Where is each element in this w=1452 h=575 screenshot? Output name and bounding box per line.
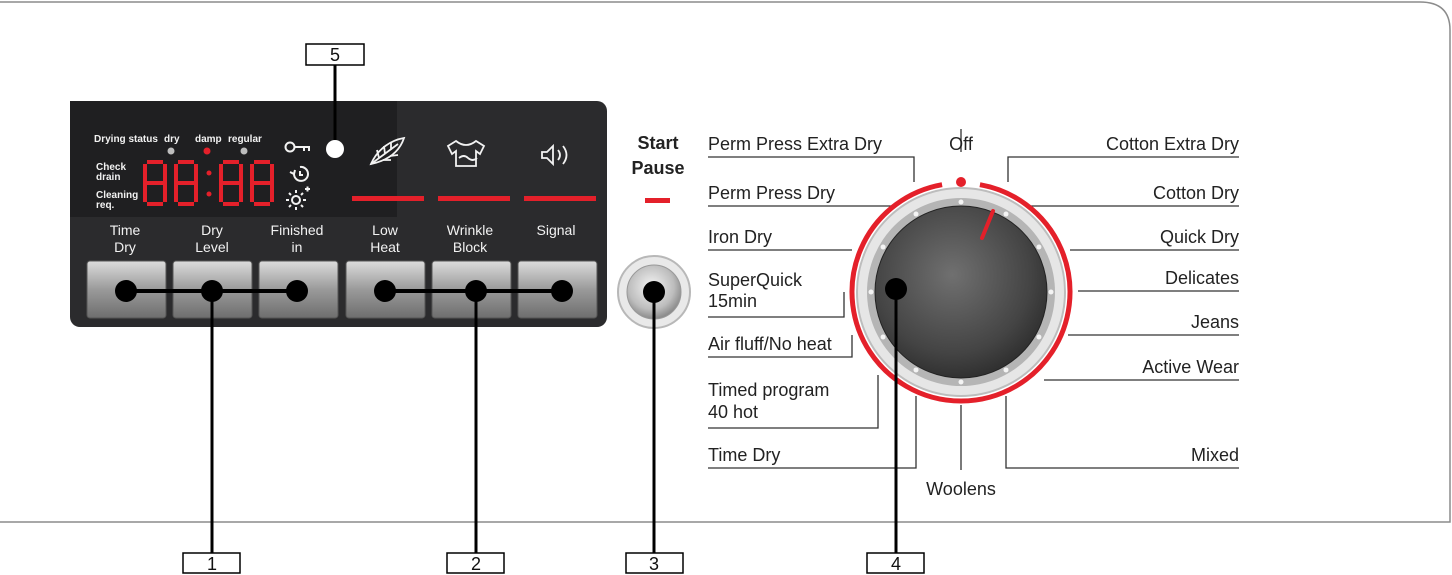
dial-position-dot — [958, 379, 964, 385]
callout-number-1: 1 — [207, 554, 217, 574]
digit-1-segment — [143, 164, 147, 183]
digit-3-segment — [219, 183, 223, 202]
dial-off-dot — [956, 177, 966, 187]
start-pause-led — [645, 198, 670, 203]
dryer-control-panel-diagram: Drying status dry damp regular Check dra… — [0, 1, 1451, 574]
digit-3-segment — [223, 202, 239, 206]
digit-2-segment — [194, 164, 198, 183]
dial-position-dot — [958, 199, 964, 205]
program-active-wear: Active Wear — [1142, 357, 1239, 377]
digit-1-segment — [163, 183, 167, 202]
wrinkle-block-led — [438, 196, 510, 201]
drying-status-label: Drying status — [94, 134, 158, 145]
callout-5-marker — [326, 140, 344, 158]
wrinkle-block-label-2: Block — [453, 239, 488, 255]
dial-position-dot — [880, 334, 886, 340]
program-quick-dry: Quick Dry — [1160, 227, 1239, 247]
dial-position-dot — [880, 244, 886, 250]
program-timed-line2: 40 hot — [708, 402, 758, 422]
display-colon-dot — [206, 191, 212, 197]
digit-4-segment — [250, 183, 254, 202]
dry-level-label-1: Dry — [201, 222, 223, 238]
finished-in-label-2: in — [292, 239, 303, 255]
program-perm-press-dry: Perm Press Dry — [708, 183, 835, 203]
status-regular-label: regular — [228, 134, 262, 145]
program-cotton-dry: Cotton Dry — [1153, 183, 1239, 203]
dial-position-dot — [913, 367, 919, 373]
program-perm-press-extra-dry: Perm Press Extra Dry — [708, 134, 882, 154]
digit-2-segment — [178, 181, 194, 185]
dial-position-dot — [1036, 334, 1042, 340]
status-damp-label: damp — [195, 134, 222, 145]
time-dry-label-2: Dry — [114, 239, 136, 255]
callout-number-4: 4 — [891, 554, 901, 574]
dry-level-label-2: Level — [195, 239, 228, 255]
digit-4-segment — [250, 164, 254, 183]
digit-4-segment — [270, 164, 274, 183]
dial-position-dot — [1048, 289, 1054, 295]
pause-label: Pause — [631, 158, 684, 178]
digit-3-segment — [223, 181, 239, 185]
digit-2-segment — [178, 160, 194, 164]
dial-position-dot — [913, 211, 919, 217]
digit-1-segment — [147, 202, 163, 206]
status-dry-led — [167, 147, 175, 155]
program-mixed: Mixed — [1191, 445, 1239, 465]
finished-in-label-1: Finished — [271, 222, 324, 238]
dial-position-dot — [1036, 244, 1042, 250]
dial-position-dot — [1003, 367, 1009, 373]
wrinkle-block-label-1: Wrinkle — [447, 222, 494, 238]
signal-label: Signal — [537, 222, 576, 238]
program-superquick-line1: SuperQuick — [708, 270, 803, 290]
program-air-fluff: Air fluff/No heat — [708, 334, 832, 354]
program-delicates: Delicates — [1165, 268, 1239, 288]
cleaning-label-2: req. — [96, 200, 115, 211]
program-timed-line1: Timed program — [708, 380, 829, 400]
dial-position-dot — [1003, 211, 1009, 217]
callout-number-5: 5 — [330, 45, 340, 65]
dial-position-dot — [868, 289, 874, 295]
display-colon-dot — [206, 170, 212, 176]
check-drain-label-2: drain — [96, 172, 120, 183]
low-heat-label-2: Heat — [370, 239, 400, 255]
status-dry-label: dry — [164, 134, 180, 145]
digit-1-segment — [163, 164, 167, 183]
callout-number-3: 3 — [649, 554, 659, 574]
digit-2-segment — [174, 183, 178, 202]
digit-1-segment — [147, 181, 163, 185]
digit-4-segment — [254, 181, 270, 185]
digit-2-segment — [174, 164, 178, 183]
program-superquick-line2: 15min — [708, 291, 757, 311]
digit-2-segment — [178, 202, 194, 206]
program-woolens: Woolens — [926, 479, 996, 499]
digit-3-segment — [239, 164, 243, 183]
digit-1-segment — [143, 183, 147, 202]
low-heat-label-1: Low — [372, 222, 399, 238]
digit-2-segment — [194, 183, 198, 202]
digit-3-segment — [239, 183, 243, 202]
start-label: Start — [637, 133, 678, 153]
time-dry-label-1: Time — [110, 222, 141, 238]
digit-3-segment — [223, 160, 239, 164]
digit-4-segment — [254, 202, 270, 206]
dial-off-label: Off — [949, 134, 974, 154]
low-heat-led — [352, 196, 424, 201]
program-cotton-extra-dry: Cotton Extra Dry — [1106, 134, 1239, 154]
digit-4-segment — [270, 183, 274, 202]
callout-number-2: 2 — [471, 554, 481, 574]
status-damp-led — [203, 147, 211, 155]
signal-led — [524, 196, 596, 201]
status-regular-led — [240, 147, 248, 155]
program-iron-dry: Iron Dry — [708, 227, 772, 247]
digit-3-segment — [219, 164, 223, 183]
program-time-dry: Time Dry — [708, 445, 780, 465]
digit-4-segment — [254, 160, 270, 164]
digit-1-segment — [147, 160, 163, 164]
program-jeans: Jeans — [1191, 312, 1239, 332]
